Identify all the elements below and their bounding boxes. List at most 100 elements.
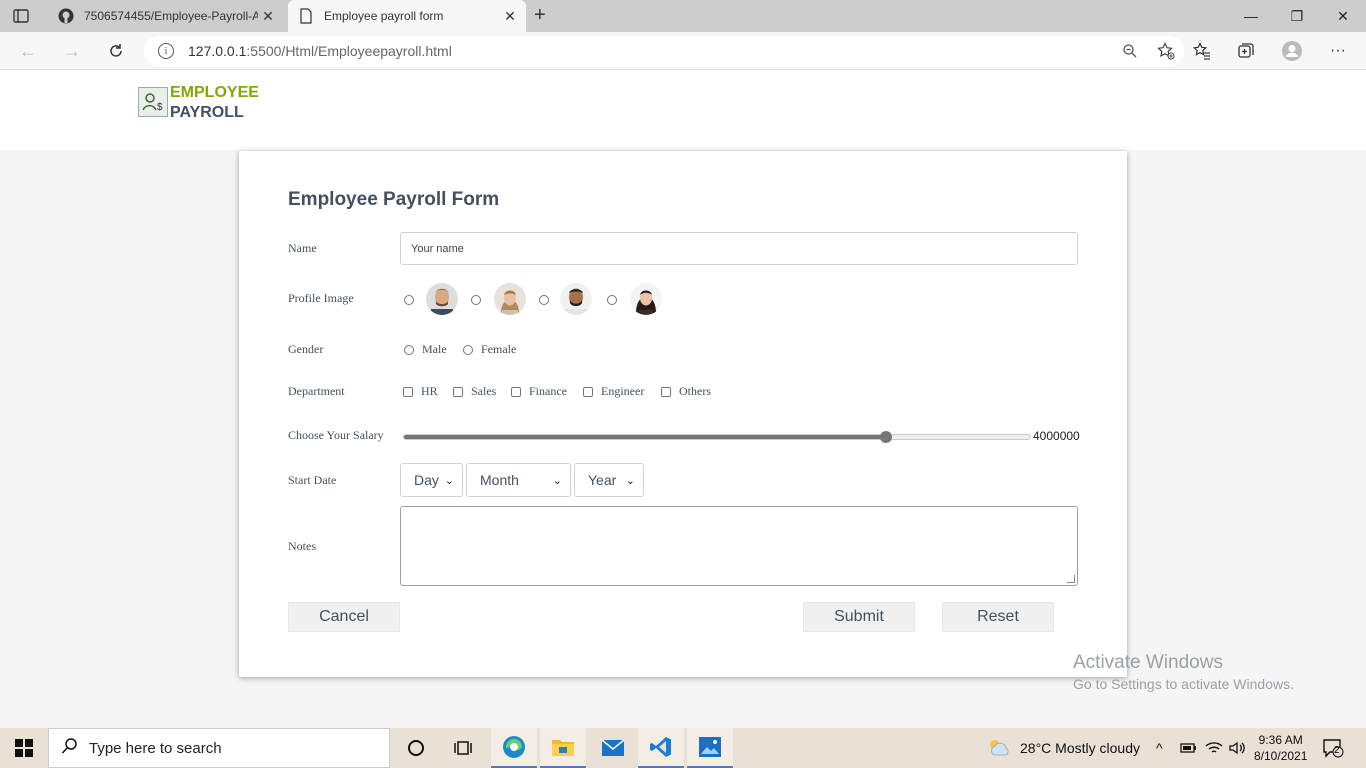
favorites-icon[interactable] [1190, 40, 1214, 62]
department-hr-option[interactable]: HR [403, 384, 438, 399]
browser-tab-bar: 7506574455/Employee-Payroll-A ✕ Employee… [0, 0, 1366, 32]
collections-icon[interactable] [1234, 40, 1258, 62]
url-text[interactable]: 127.0.0.1:5500/Html/Employeepayroll.html [188, 43, 1112, 59]
gender-male-option[interactable]: Male [404, 342, 447, 357]
day-select-value: Day [414, 472, 439, 488]
resize-handle-icon[interactable] [1067, 575, 1075, 583]
department-others-option[interactable]: Others [661, 384, 711, 399]
back-icon[interactable]: ← [16, 40, 40, 62]
name-label: Name [288, 241, 317, 255]
department-hr-label: HR [421, 384, 438, 398]
day-select[interactable]: Day ⌄ [400, 463, 463, 497]
notes-label: Notes [288, 539, 316, 553]
department-engineer-checkbox[interactable] [583, 386, 593, 397]
cortana-icon[interactable] [393, 728, 439, 768]
gender-female-radio[interactable] [463, 344, 473, 355]
mail-icon[interactable] [590, 728, 636, 768]
notification-count: 2 [1334, 745, 1340, 756]
vscode-icon[interactable] [638, 728, 684, 768]
year-select[interactable]: Year ⌄ [574, 463, 644, 497]
gender-male-radio[interactable] [404, 344, 414, 355]
gender-female-option[interactable]: Female [463, 342, 516, 357]
salary-slider-thumb[interactable] [880, 431, 893, 443]
profile-radio-1[interactable] [404, 295, 414, 305]
notifications-icon[interactable]: 2 [1322, 738, 1344, 758]
task-view-icon[interactable] [440, 728, 486, 768]
logo-icon: $ [138, 87, 168, 117]
cancel-button[interactable]: Cancel [288, 602, 400, 632]
url-path: :5500/Html/Employeepayroll.html [246, 43, 452, 59]
name-input[interactable]: Your name [400, 232, 1078, 265]
tab-close-icon[interactable]: ✕ [258, 8, 278, 25]
add-favorite-icon[interactable] [1148, 36, 1184, 66]
more-icon[interactable]: ··· [1326, 40, 1350, 62]
profile-radio-4[interactable] [607, 295, 617, 305]
svg-text:$: $ [157, 102, 163, 113]
page-icon [298, 8, 314, 24]
file-explorer-icon[interactable] [540, 728, 586, 768]
department-engineer-option[interactable]: Engineer [583, 384, 644, 399]
url-host: 127.0.0.1 [188, 43, 247, 59]
department-sales-checkbox[interactable] [453, 386, 463, 397]
profile-radio-2[interactable] [471, 295, 481, 305]
department-hr-checkbox[interactable] [403, 386, 413, 397]
tab-title: Employee payroll form [324, 9, 444, 23]
new-tab-button[interactable]: + [534, 4, 546, 27]
notes-textarea[interactable] [400, 506, 1078, 586]
profile-radio-3[interactable] [539, 295, 549, 305]
activate-windows-title: Activate Windows [1073, 652, 1223, 673]
tab-employee-payroll[interactable]: Employee payroll form ✕ [288, 0, 526, 32]
department-sales-label: Sales [471, 384, 497, 398]
weather-widget[interactable]: 28°C Mostly cloudy [986, 728, 1140, 768]
avatar-3-icon[interactable] [560, 283, 592, 315]
avatar-2-icon[interactable] [494, 283, 526, 315]
photos-icon[interactable] [687, 728, 733, 768]
info-icon[interactable]: i [158, 43, 174, 59]
profile-image-label: Profile Image [288, 291, 354, 305]
weather-icon [986, 737, 1010, 760]
clock-date: 8/10/2021 [1254, 749, 1308, 763]
avatar-1-icon[interactable] [426, 283, 458, 315]
logo-line2: PAYROLL [170, 104, 244, 121]
taskbar-search[interactable]: Type here to search [48, 728, 390, 768]
clock-time: 9:36 AM [1258, 733, 1303, 747]
salary-slider[interactable] [403, 431, 1031, 443]
submit-button[interactable]: Submit [803, 602, 915, 632]
chevron-down-icon: ⌄ [444, 474, 454, 487]
weather-text: 28°C Mostly cloudy [1020, 740, 1140, 756]
taskbar-search-placeholder: Type here to search [89, 739, 222, 757]
tab-close-icon[interactable]: ✕ [500, 8, 520, 25]
reset-button[interactable]: Reset [942, 602, 1054, 632]
forward-icon[interactable]: → [60, 40, 84, 62]
department-finance-option[interactable]: Finance [511, 384, 567, 399]
month-select-value: Month [480, 472, 519, 488]
tab-actions-icon[interactable] [12, 7, 30, 25]
department-finance-label: Finance [529, 384, 567, 398]
search-icon [61, 737, 79, 760]
avatar-4-icon[interactable] [630, 283, 662, 315]
payroll-form: Employee Payroll Form Name Your name Pro… [239, 151, 1127, 677]
tab-github[interactable]: 7506574455/Employee-Payroll-A ✕ [48, 0, 284, 32]
restore-button[interactable]: ❐ [1274, 0, 1320, 32]
edge-app-icon[interactable] [491, 728, 537, 768]
salary-output: 4000000 [1033, 429, 1080, 443]
gender-female-label: Female [481, 342, 517, 356]
taskbar-clock[interactable]: 9:36 AM 8/10/2021 [1254, 732, 1307, 764]
battery-icon[interactable] [1180, 728, 1198, 768]
profile-icon[interactable] [1280, 40, 1304, 62]
refresh-icon[interactable] [104, 40, 128, 62]
gender-label: Gender [288, 342, 324, 356]
address-bar[interactable]: i 127.0.0.1:5500/Html/Employeepayroll.ht… [144, 36, 1184, 66]
close-window-button[interactable]: ✕ [1320, 0, 1366, 32]
zoom-icon[interactable] [1112, 36, 1148, 66]
activate-windows-subtitle: Go to Settings to activate Windows. [1073, 676, 1294, 692]
wifi-icon[interactable] [1205, 728, 1223, 768]
department-finance-checkbox[interactable] [511, 386, 521, 397]
month-select[interactable]: Month ⌄ [466, 463, 571, 497]
department-sales-option[interactable]: Sales [453, 384, 496, 399]
windows-start-icon[interactable] [14, 738, 34, 758]
minimize-button[interactable]: — [1228, 0, 1274, 32]
department-others-checkbox[interactable] [661, 386, 671, 397]
show-hidden-icons-icon[interactable]: ^ [1156, 728, 1163, 768]
volume-icon[interactable] [1228, 728, 1246, 768]
